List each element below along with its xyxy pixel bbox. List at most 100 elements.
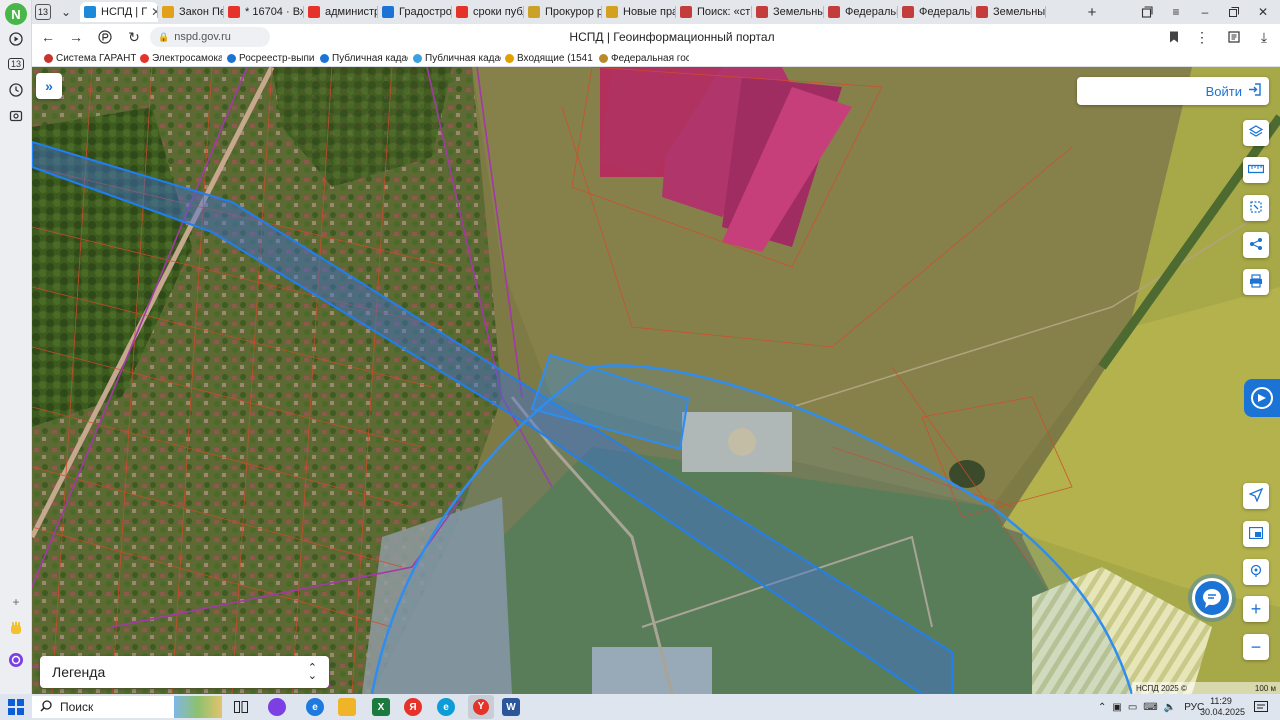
browser-tab[interactable]: * 16704 · Вх [224,2,304,22]
yandex-browser-icon[interactable]: Y [468,695,494,719]
play-icon[interactable] [5,28,27,50]
tab-count[interactable]: 13 [35,4,51,20]
browser-tab[interactable]: Федеральн [824,2,898,22]
minimap-button[interactable] [1243,521,1269,547]
ruler-icon [1247,163,1265,177]
windows-start-icon[interactable] [8,699,24,715]
bookmark-icon[interactable] [1164,27,1184,47]
area-select-button[interactable] [1243,195,1269,221]
bookmark-item[interactable]: Федеральная гос [599,52,689,65]
assistant-button[interactable] [1244,379,1280,417]
minimize-button[interactable]: – [1195,3,1215,21]
taskbar-clock[interactable]: 11:29 30.04.2025 [1200,696,1245,718]
edge-legacy-icon[interactable]: e [306,698,324,716]
history-icon[interactable] [5,79,27,101]
chat-icon [1203,589,1221,608]
login-button[interactable]: Войти [1077,77,1269,105]
add-panel-icon[interactable]: + [5,591,27,613]
excel-icon[interactable]: X [372,698,390,716]
more-options-icon[interactable]: ⋮ [1192,27,1212,47]
browser-tab[interactable]: НСПД | Г ✕ [80,2,158,22]
collections-icon[interactable] [1137,3,1157,21]
browser-tab[interactable]: Градострои [378,2,452,22]
tab-list-chevron-icon[interactable]: ⌄ [56,3,76,21]
tab-label: Федеральн [845,6,898,18]
satellite-map[interactable] [32,67,1280,694]
menu-icon[interactable]: ≡ [1166,3,1186,21]
expand-panel-button[interactable]: » [36,73,62,99]
reader-mode-icon[interactable] [1224,27,1244,47]
browser-tab[interactable]: Земельный [752,2,824,22]
tab-label: НСПД | Г [101,6,148,18]
bookmark-item[interactable]: Росреестр-выпис [227,52,315,65]
notifications-icon[interactable] [1252,698,1270,716]
tab-favicon-icon [902,6,914,18]
forward-button[interactable]: → [66,27,86,47]
sidebar-badge[interactable]: 13 [5,53,27,75]
edge-icon[interactable]: e [437,698,455,716]
tab-label: Земельный [773,6,824,18]
locate-button[interactable] [1243,559,1269,585]
chevron-up-icon[interactable]: ⌃ [1098,702,1106,713]
legend-panel[interactable]: Легенда ⌃ ⌄ [40,656,329,688]
download-icon[interactable]: ⤓ [1254,27,1274,47]
bookmark-item[interactable]: Публичная кадас [320,52,408,65]
minimap-icon [1248,526,1264,542]
bookmark-item[interactable]: Электросамокаты [140,52,222,65]
tab-favicon-icon [308,6,320,18]
screenshot-icon[interactable] [5,105,27,127]
navigate-button[interactable] [1243,483,1269,509]
browser-tab[interactable]: Федеральн [898,2,972,22]
expand-toggle-icon: ⌃ ⌄ [307,662,317,682]
browser-tab[interactable]: Закон Пенз [158,2,224,22]
keyboard-icon[interactable]: ⌨ [1143,702,1157,713]
tab-label: Градострои [399,6,452,18]
yandex-icon[interactable]: Я [404,698,422,716]
browser-tab[interactable]: Новые прав [602,2,676,22]
system-tray: ⌃ ▣ ▭ ⌨ 🔈 РУС [1098,698,1204,716]
restore-button[interactable] [1224,3,1244,21]
word-icon[interactable]: W [502,698,520,716]
browser-sidebar: N 13 + [0,0,32,694]
protect-icon[interactable] [95,27,115,47]
bookmark-favicon-icon [44,54,53,63]
browser-tab[interactable]: Поиск: «ст [676,2,752,22]
bookmark-item[interactable]: Входящие (15413 [505,52,593,65]
ruler-button[interactable] [1243,157,1269,183]
chat-button[interactable] [1192,578,1232,618]
browser-tab[interactable]: Прокурор р [524,2,602,22]
bookmark-item[interactable]: Система ГАРАНТ [44,52,136,65]
share-button[interactable] [1243,232,1269,258]
hand-icon[interactable] [5,617,27,639]
map-attribution: НСПД 2025 © [1136,683,1187,693]
tab-favicon-icon [528,6,540,18]
display-icon[interactable]: ▭ [1128,702,1137,713]
close-window-button[interactable]: ✕ [1253,3,1273,21]
tab-favicon-icon [976,6,988,18]
network-icon[interactable]: ▣ [1112,702,1121,713]
url-field[interactable]: 🔒 nspd.gov.ru [150,27,270,47]
bookmark-item[interactable]: Публичная кадас [413,52,501,65]
print-button[interactable] [1243,269,1269,295]
alice-taskbar-icon[interactable] [268,698,286,716]
alice-assistant-icon[interactable] [5,649,27,671]
browser-logo-icon[interactable]: N [5,3,27,25]
search-icon [40,699,52,715]
zoom-in-button[interactable]: + [1243,596,1269,622]
task-view-icon[interactable] [232,698,250,716]
layers-button[interactable] [1243,120,1269,146]
file-explorer-icon[interactable] [338,698,356,716]
taskbar-search[interactable]: Поиск [32,696,222,718]
address-bar: ← → ↻ 🔒 nspd.gov.ru НСПД | Геоинформацио… [32,24,1280,50]
zoom-out-button[interactable]: − [1243,634,1269,660]
back-button[interactable]: ← [38,27,58,47]
browser-tab[interactable]: сроки публ [452,2,524,22]
sidebar-badge-count: 13 [7,58,24,70]
browser-tab[interactable]: администр [304,2,378,22]
browser-tab[interactable]: Земельный [972,2,1046,22]
volume-icon[interactable]: 🔈 [1164,702,1176,713]
new-tab-button[interactable]: + [1082,3,1102,21]
search-highlight-image [174,696,222,718]
reload-button[interactable]: ↻ [124,27,144,47]
map-view[interactable]: » Войти + − Легенда ⌃ ⌄ НСПД 2025 © 100 м [32,67,1280,694]
